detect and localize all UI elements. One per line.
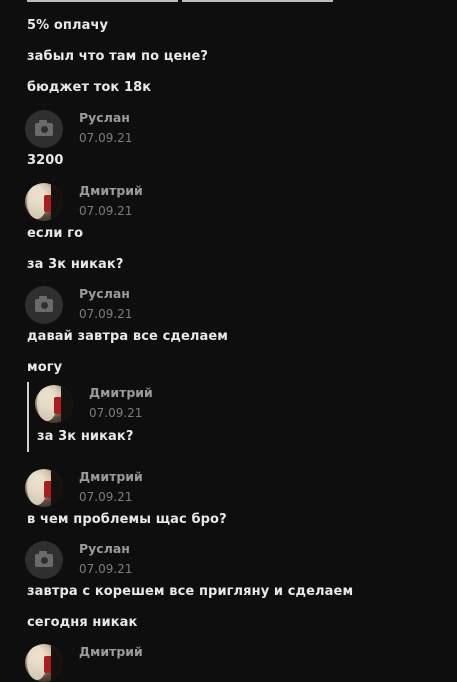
message-date: 07.09.21 xyxy=(79,131,133,145)
camera-icon[interactable] xyxy=(25,286,63,324)
camera-icon[interactable] xyxy=(25,110,63,148)
author-name[interactable]: Руслан xyxy=(79,286,130,301)
message-date: 07.09.21 xyxy=(79,490,133,504)
quote-bar xyxy=(27,382,29,452)
message-date: 07.09.21 xyxy=(79,562,133,576)
avatar-photo[interactable] xyxy=(35,385,73,423)
author-name[interactable]: Дмитрий xyxy=(79,469,143,484)
author-name[interactable]: Дмитрий xyxy=(79,644,143,659)
message-text: за 3к никак? xyxy=(27,257,124,272)
quote-text: за 3к никак? xyxy=(37,429,134,444)
author-name[interactable]: Руслан xyxy=(79,541,130,556)
message-text: в чем проблемы щас бро? xyxy=(27,512,227,527)
camera-icon[interactable] xyxy=(25,541,63,579)
message-text: 3200 xyxy=(27,153,64,168)
message-date: 07.09.21 xyxy=(79,307,133,321)
avatar-photo[interactable] xyxy=(25,644,63,682)
message-text: 5% оплачу xyxy=(27,18,109,33)
avatar-photo[interactable] xyxy=(25,469,63,507)
message-date: 07.09.21 xyxy=(79,204,133,218)
message-text: забыл что там по цене? xyxy=(27,49,209,64)
message-text: могу xyxy=(27,360,63,375)
message-text: бюджет ток 18к xyxy=(27,80,152,95)
author-name[interactable]: Руслан xyxy=(79,110,130,125)
avatar-photo[interactable] xyxy=(25,183,63,221)
quote-author-name[interactable]: Дмитрий xyxy=(89,385,153,400)
quote-date: 07.09.21 xyxy=(89,406,143,420)
message-text: сегодня никак xyxy=(27,615,138,630)
message-feed: 5% оплачу забыл что там по цене? бюджет … xyxy=(0,0,457,682)
message-text: завтра с корешем все пригляну и сделаем xyxy=(27,584,354,599)
message-text: если го xyxy=(27,226,84,241)
author-name[interactable]: Дмитрий xyxy=(79,183,143,198)
message-text: давай завтра все сделаем xyxy=(27,329,229,344)
